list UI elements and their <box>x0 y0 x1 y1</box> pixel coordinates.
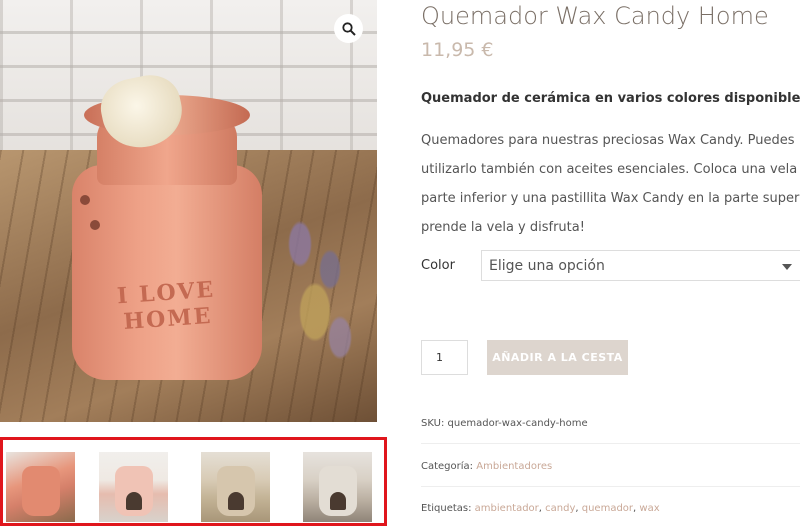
add-to-cart-button[interactable]: AÑADIR A LA CESTA <box>487 340 628 375</box>
sku-row: SKU: quemador-wax-candy-home <box>421 418 800 429</box>
divider <box>421 486 800 487</box>
burner-embossed-text: I LOVE HOME <box>116 276 216 336</box>
category-label: Categoría: <box>421 461 474 472</box>
dried-lavender <box>270 210 370 380</box>
short-description: Quemador de cerámica en varios colores d… <box>421 91 800 106</box>
tag-link[interactable]: ambientador <box>475 503 539 514</box>
thumbnail-3[interactable] <box>201 452 270 522</box>
product-title: Quemador Wax Candy Home <box>421 2 769 30</box>
description-line: parte inferior y una pastillita Wax Cand… <box>421 191 800 206</box>
tags-row: Etiquetas: ambientador, candy, quemador,… <box>421 503 660 514</box>
color-select-value: Elige una opción <box>489 257 605 274</box>
ceramic-burner: I LOVE HOME <box>72 69 262 380</box>
category-link[interactable]: Ambientadores <box>476 461 552 472</box>
product-price: 11,95 € <box>421 39 494 61</box>
tag-link[interactable]: candy <box>545 503 575 514</box>
zoom-button[interactable] <box>334 14 363 43</box>
thumbnail-2[interactable] <box>99 452 168 522</box>
quantity-input[interactable] <box>421 340 468 375</box>
tag-link[interactable]: wax <box>639 503 659 514</box>
divider <box>421 443 800 444</box>
color-select[interactable]: Elige una opción <box>481 250 800 281</box>
chevron-down-icon <box>782 264 792 270</box>
thumbnail-4[interactable] <box>303 452 372 522</box>
sku-label: SKU: <box>421 418 445 429</box>
thumbnail-strip <box>0 437 387 526</box>
description-line: Quemadores para nuestras preciosas Wax C… <box>421 133 795 148</box>
color-label: Color <box>421 258 455 273</box>
description-line: prende la vela y disfruta! <box>421 220 585 235</box>
description-line: utilizarlo también con aceites esenciale… <box>421 162 800 177</box>
sku-value: quemador-wax-candy-home <box>447 418 588 429</box>
tag-link[interactable]: quemador <box>582 503 633 514</box>
product-main-image[interactable]: I LOVE HOME <box>0 0 377 422</box>
category-row: Categoría: Ambientadores <box>421 461 800 472</box>
thumbnail-1[interactable] <box>6 452 75 522</box>
product-description: Quemadores para nuestras preciosas Wax C… <box>421 126 800 242</box>
magnifier-icon <box>341 21 356 36</box>
tags-label: Etiquetas: <box>421 503 472 514</box>
